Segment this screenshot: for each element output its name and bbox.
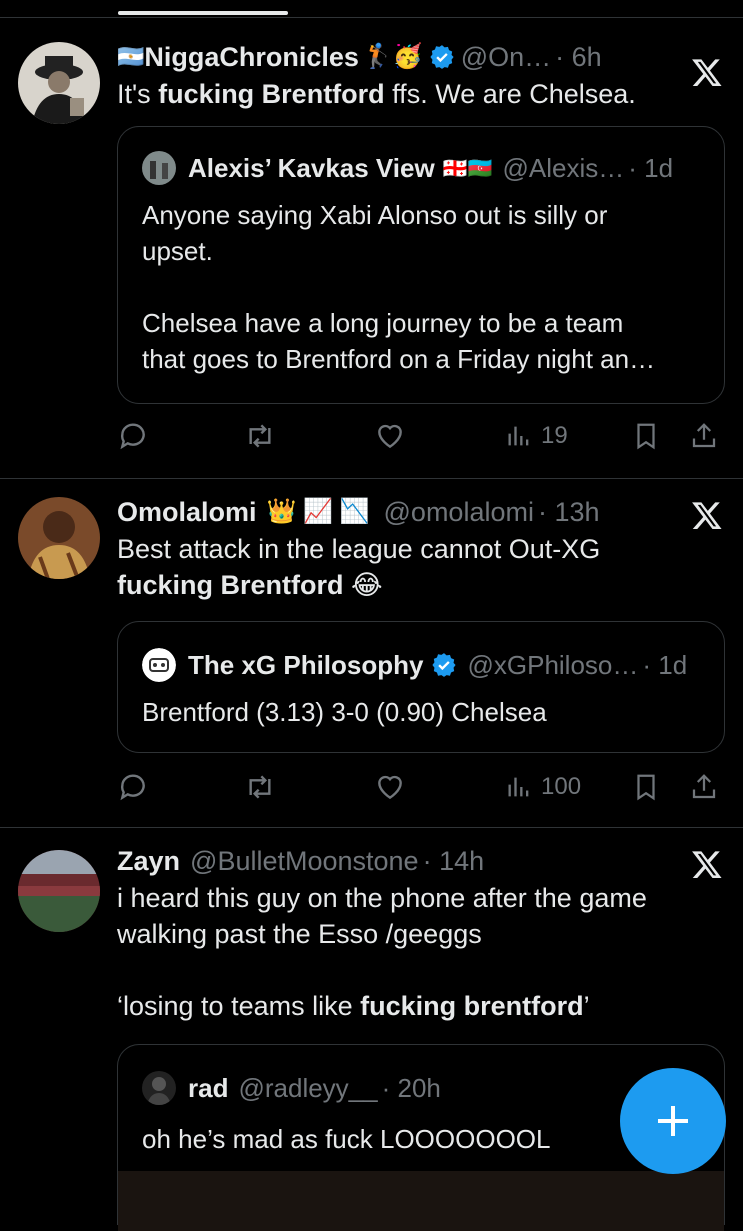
x-logo-icon[interactable]	[691, 848, 723, 880]
avatar-niggachronicles[interactable]	[18, 42, 100, 124]
name-emojis: 👑 📈 📉	[266, 498, 370, 525]
avatar-omolalomi[interactable]	[18, 497, 100, 579]
quote-avatar[interactable]	[142, 151, 176, 185]
text-part: Best attack in the league cannot Out-XG	[117, 534, 601, 564]
quote-time[interactable]: · 1d	[628, 153, 673, 184]
text-bold: fucking Brentford	[117, 570, 344, 600]
author-name[interactable]: Omolalomi	[117, 495, 257, 529]
bookmark-button[interactable]	[631, 416, 661, 456]
share-icon	[692, 423, 716, 448]
repost-button[interactable]	[243, 416, 277, 456]
heart-icon	[378, 775, 402, 800]
quote-avatar[interactable]	[142, 648, 176, 682]
flag-emojis: 🇬🇪🇦🇿	[442, 157, 493, 180]
views-count: 19	[541, 422, 568, 449]
quoted-post[interactable]: The xG Philosophy @xGPhiloso… · 1d Brent…	[117, 621, 725, 753]
views-icon	[508, 777, 529, 797]
quote-author-name[interactable]: Alexis’ Kavkas View	[188, 153, 435, 184]
quote-media-preview[interactable]	[118, 1171, 724, 1231]
quote-handle[interactable]: @Alexis…	[503, 153, 625, 184]
views-icon	[508, 426, 529, 446]
quote-handle[interactable]: @xGPhiloso…	[467, 650, 638, 681]
text-part: It's	[117, 79, 159, 109]
reply-button[interactable]	[117, 416, 149, 456]
post-time[interactable]: · 6h	[555, 40, 602, 74]
text-part: ’	[583, 991, 590, 1021]
quote-time[interactable]: · 1d	[642, 650, 687, 681]
like-button[interactable]	[373, 416, 407, 456]
repost-icon	[249, 775, 271, 799]
post-text: Best attack in the league cannot Out-XG …	[117, 531, 723, 603]
author-name[interactable]: NiggaChronicles	[144, 40, 359, 74]
share-button[interactable]	[689, 416, 719, 456]
post-2[interactable]: Omolalomi 👑 📈 📉 @omolalomi · 13h Best at…	[0, 479, 743, 827]
bookmark-button[interactable]	[631, 767, 661, 807]
post-header: Zayn @BulletMoonstone · 14h	[117, 844, 723, 878]
views-button[interactable]: 100	[505, 767, 581, 807]
quote-handle[interactable]: @radleyy__	[238, 1073, 377, 1104]
post-1[interactable]: 🇦🇷 NiggaChronicles 🏌️🥳 @On… · 6h It's fu…	[0, 18, 743, 478]
reply-icon	[120, 423, 145, 450]
post-header: 🇦🇷 NiggaChronicles 🏌️🥳 @On… · 6h	[117, 40, 723, 74]
plus-icon	[658, 1106, 688, 1136]
quote-header: Alexis’ Kavkas View 🇬🇪🇦🇿 @Alexis… · 1d	[142, 151, 673, 185]
compose-button[interactable]	[620, 1068, 726, 1174]
x-logo-icon[interactable]	[691, 499, 723, 531]
author-name[interactable]: Zayn	[117, 844, 180, 878]
quote-text: Anyone saying Xabi Alonso out is silly o…	[142, 200, 656, 374]
text-part: 😂	[343, 570, 383, 600]
verified-badge-icon	[432, 653, 457, 677]
views-button[interactable]: 19	[505, 416, 568, 456]
flag-emoji: 🇦🇷	[117, 44, 145, 69]
quote-avatar[interactable]	[142, 1071, 176, 1105]
author-handle[interactable]: @BulletMoonstone	[190, 844, 419, 878]
quote-author-name[interactable]: rad	[188, 1073, 228, 1104]
reply-button[interactable]	[117, 767, 149, 807]
avatar-zayn[interactable]	[18, 850, 100, 932]
author-handle[interactable]: @omolalomi	[384, 495, 534, 529]
quote-time[interactable]: · 20h	[382, 1073, 441, 1104]
quote-text: Brentford (3.13) 3-0 (0.90) Chelsea	[142, 697, 547, 727]
name-emojis: 🏌️🥳	[362, 43, 423, 70]
bookmark-icon	[637, 774, 655, 801]
quote-header: The xG Philosophy @xGPhiloso… · 1d	[142, 648, 687, 682]
reply-icon	[120, 774, 145, 801]
text-bold: fucking Brentford	[158, 79, 385, 109]
action-bar: 19	[117, 416, 725, 456]
author-handle[interactable]: @On…	[461, 40, 551, 74]
x-logo-icon[interactable]	[691, 56, 723, 88]
views-count: 100	[541, 773, 582, 800]
top-tab-indicator	[118, 11, 288, 15]
verified-badge-icon	[430, 45, 454, 69]
share-icon	[692, 774, 716, 799]
heart-icon	[378, 424, 402, 449]
text-part: ffs. We are Chelsea.	[384, 79, 636, 109]
quote-author-name[interactable]: The xG Philosophy	[188, 650, 423, 681]
repost-icon	[249, 424, 271, 448]
post-text: i heard this guy on the phone after the …	[117, 880, 723, 1024]
share-button[interactable]	[689, 767, 719, 807]
quote-text: oh he’s mad as fuck LOOOOOOOL	[142, 1124, 551, 1154]
post-time[interactable]: · 14h	[423, 844, 485, 878]
bookmark-icon	[637, 423, 655, 450]
text-bold: fucking brentford	[360, 991, 584, 1021]
post-time[interactable]: · 13h	[538, 495, 600, 529]
quoted-post[interactable]: Alexis’ Kavkas View 🇬🇪🇦🇿 @Alexis… · 1d A…	[117, 126, 725, 404]
like-button[interactable]	[373, 767, 407, 807]
post-header: Omolalomi 👑 📈 📉 @omolalomi · 13h	[117, 495, 723, 529]
action-bar: 100	[117, 767, 725, 807]
post-text: It's fucking Brentford ffs. We are Chels…	[117, 76, 723, 112]
repost-button[interactable]	[243, 767, 277, 807]
quote-header: rad @radleyy__ · 20h	[142, 1071, 441, 1105]
